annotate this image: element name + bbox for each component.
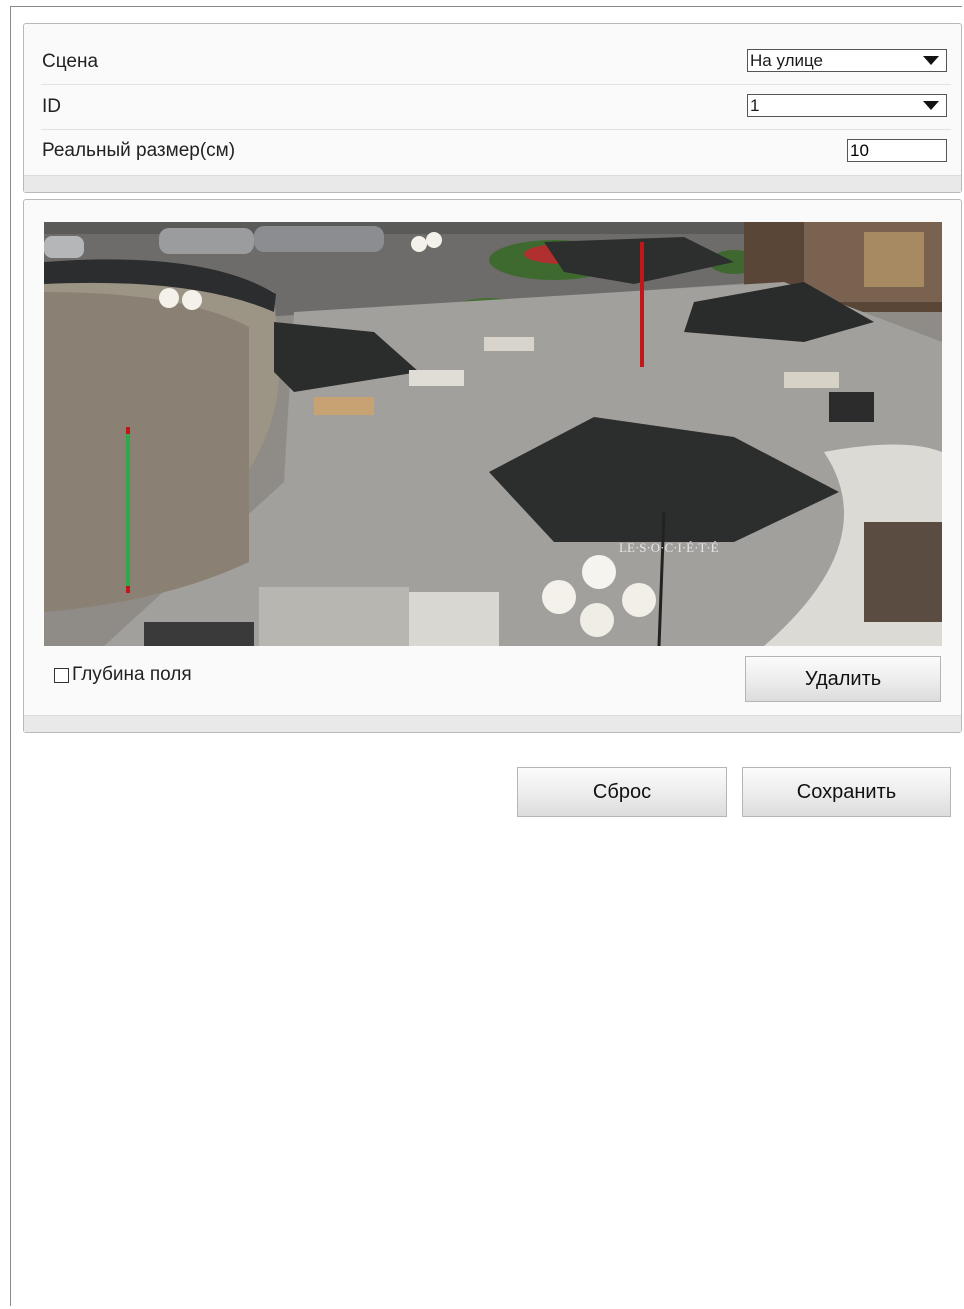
checkbox-icon[interactable] <box>54 667 69 683</box>
scene-select-value: На улице <box>750 51 823 70</box>
chevron-down-icon <box>923 101 939 110</box>
panel-footer <box>24 175 961 192</box>
real-size-label: Реальный размер(см) <box>42 140 236 161</box>
save-button[interactable]: Сохранить <box>742 767 951 817</box>
camera-scene-image: LE·S·O·C·I·É·T·É <box>44 222 942 646</box>
reset-button[interactable]: Сброс <box>517 767 727 817</box>
camera-preview[interactable]: LE·S·O·C·I·É·T·É <box>44 222 942 646</box>
panel-footer <box>24 715 961 732</box>
scene-label: Сцена <box>42 51 99 72</box>
depth-of-field-checkbox[interactable]: Глубина поля <box>54 664 192 686</box>
id-select-value: 1 <box>750 96 760 115</box>
video-panel: LE·S·O·C·I·É·T·É Глубина поля Удалить <box>23 199 962 733</box>
scene-settings-panel: Сцена На улице ID 1 Реальный размер(см) <box>23 23 962 193</box>
scene-select[interactable]: На улице <box>747 49 947 72</box>
id-row: ID 1 <box>41 85 951 130</box>
real-size-row: Реальный размер(см) <box>41 129 951 173</box>
id-select[interactable]: 1 <box>747 94 947 117</box>
depth-of-field-label: Глубина поля <box>72 664 192 685</box>
id-label: ID <box>42 96 61 117</box>
real-size-input[interactable] <box>847 139 947 162</box>
scene-row: Сцена На улице <box>41 40 951 85</box>
umbrella-brand-text: LE·S·O·C·I·É·T·É <box>619 540 719 555</box>
delete-button[interactable]: Удалить <box>745 656 941 702</box>
chevron-down-icon <box>923 56 939 65</box>
